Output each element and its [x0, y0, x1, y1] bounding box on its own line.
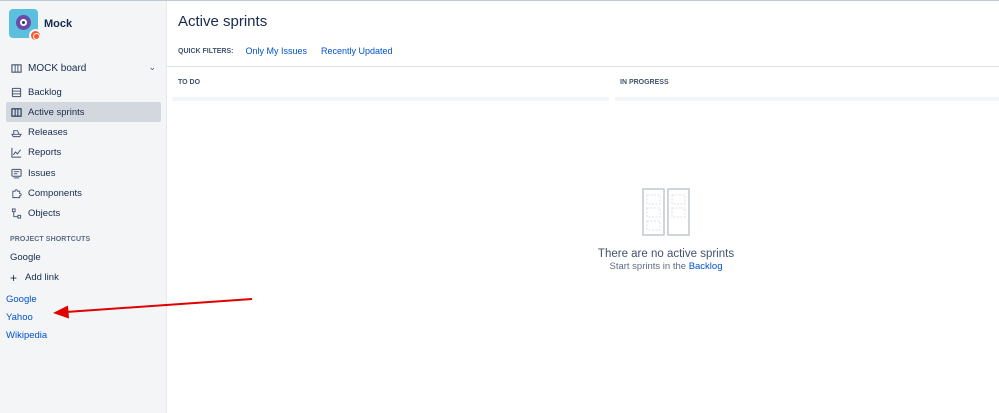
sidebar-nav: Backlog Active sprints Releases Reports: [6, 82, 161, 224]
board-icon: [11, 63, 22, 73]
column-header-todo: TO DO: [178, 78, 201, 86]
ship-icon: [11, 130, 22, 138]
sidebar-item-reports[interactable]: Reports: [6, 143, 161, 163]
sidebar-item-active-sprints[interactable]: Active sprints: [6, 102, 161, 123]
quick-filters: QUICK FILTERS: Only My Issues Recently U…: [178, 46, 407, 56]
chevron-down-icon: ⌄: [148, 62, 156, 72]
link-yahoo[interactable]: Yahoo: [6, 312, 47, 330]
sidebar: Mock MOCK board ⌄ Backlog Active sprints…: [0, 1, 167, 413]
puzzle-icon: [12, 189, 22, 199]
empty-state-subtitle-text: Start sprints in the: [609, 261, 687, 272]
sidebar-item-components[interactable]: Components: [6, 183, 161, 203]
main-content: Active sprints QUICK FILTERS: Only My Is…: [167, 1, 999, 413]
project-name: Mock: [44, 17, 73, 30]
board-selector[interactable]: MOCK board ⌄: [6, 58, 161, 78]
external-links: Google Yahoo Wikipedia: [6, 294, 47, 348]
quick-filters-label: QUICK FILTERS:: [178, 47, 234, 55]
add-link-button[interactable]: + Add link: [10, 270, 59, 285]
project-shortcuts-heading: PROJECT SHORTCUTS: [10, 236, 91, 243]
empty-state: There are no active sprints Start sprint…: [596, 187, 736, 272]
board-selector-label: MOCK board: [28, 62, 87, 74]
empty-board-icon: [642, 188, 690, 236]
sidebar-item-label: Releases: [28, 127, 68, 139]
tree-icon: [11, 208, 22, 219]
link-google[interactable]: Google: [6, 294, 47, 312]
page-title: Active sprints: [178, 13, 268, 30]
project-header[interactable]: Mock: [9, 9, 73, 42]
filter-recently-updated[interactable]: Recently Updated: [321, 46, 393, 56]
sidebar-item-label: Objects: [28, 208, 61, 220]
backlog-icon: [11, 87, 22, 97]
board-icon: [11, 108, 22, 117]
sidebar-item-backlog[interactable]: Backlog: [6, 82, 161, 102]
plus-icon: +: [10, 270, 18, 285]
sidebar-item-label: Active sprints: [28, 106, 85, 118]
chart-icon: [11, 148, 22, 158]
empty-state-title: There are no active sprints: [597, 248, 735, 260]
issues-icon: [11, 168, 22, 179]
sidebar-item-label: Components: [28, 187, 82, 199]
sidebar-item-label: Backlog: [28, 86, 62, 98]
sidebar-item-label: Issues: [28, 167, 56, 179]
link-wikipedia[interactable]: Wikipedia: [6, 330, 47, 348]
sidebar-item-issues[interactable]: Issues: [6, 163, 161, 183]
backlog-link[interactable]: Backlog: [689, 261, 723, 272]
filter-only-my-issues[interactable]: Only My Issues: [245, 46, 307, 56]
project-avatar[interactable]: [9, 9, 42, 42]
column-header-in-progress: IN PROGRESS: [620, 78, 669, 86]
add-link-label: Add link: [25, 272, 59, 283]
sidebar-item-objects[interactable]: Objects: [6, 204, 161, 224]
empty-state-subtitle: Start sprints in the Backlog: [596, 261, 736, 272]
sidebar-item-releases[interactable]: Releases: [6, 123, 161, 143]
project-badge-icon: [29, 29, 42, 42]
column-in-progress-bar: [615, 97, 999, 101]
column-todo-bar: [172, 97, 609, 101]
sidebar-item-label: Reports: [28, 147, 62, 159]
shortcut-google[interactable]: Google: [10, 252, 41, 263]
